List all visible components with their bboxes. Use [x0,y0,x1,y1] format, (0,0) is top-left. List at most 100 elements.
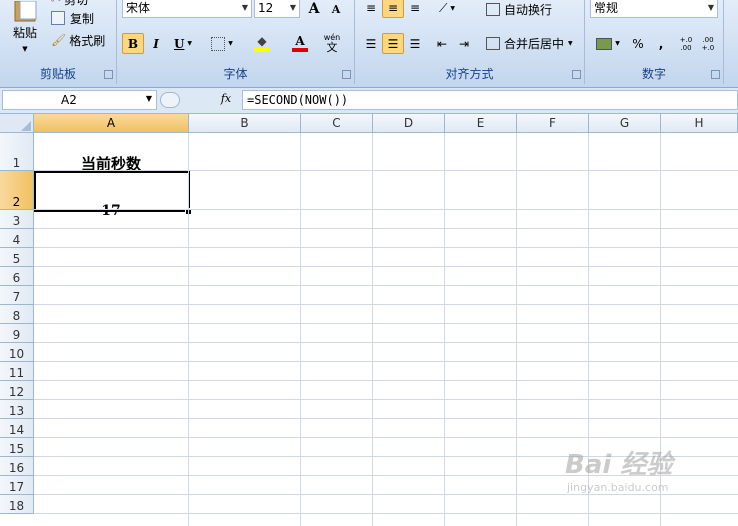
cut-label: 剪切 [64,0,88,8]
copy-icon [51,11,65,25]
paste-label: 粘贴 [12,26,37,40]
paste-button[interactable]: 粘贴 ▼ [6,0,44,60]
row-header-17[interactable]: 17 [0,476,34,495]
percent-icon: % [632,36,644,51]
merge-center-button[interactable]: 合并后居中 ▼ [485,33,574,54]
row-header-9[interactable]: 9 [0,324,34,343]
grow-font-button[interactable]: A [303,0,325,19]
worksheet-grid: ABCDEFGH 1 2 3 4 5 6 7 8 9 10 11 12 13 14 15 16 17 18 当前秒… [0,114,738,526]
orientation-button[interactable]: ⟋ ▼ [431,0,463,18]
italic-icon: I [153,36,159,51]
watermark: Bai 经验 jingyan.baidu.com [565,444,735,524]
comma-button[interactable]: , [650,33,672,54]
column-header-e[interactable]: E [445,114,517,133]
font-size-combo[interactable]: 12 ▼ [254,0,300,18]
underline-button[interactable]: U ▼ [168,33,198,54]
merge-center-label: 合并后居中 [504,37,565,51]
copy-button[interactable]: 复制 [50,9,95,27]
dialog-launcher-icon[interactable] [711,70,720,79]
wrap-text-button[interactable]: 自动换行 [485,0,553,19]
column-header-c[interactable]: C [301,114,373,133]
row-header-6[interactable]: 6 [0,267,34,286]
row-header-3[interactable]: 3 [0,210,34,229]
row-header-11[interactable]: 11 [0,362,34,381]
font-name-value: 宋体 [126,1,151,15]
dialog-launcher-icon[interactable] [104,70,113,79]
row-header-2[interactable]: 2 [0,171,34,210]
increase-decimal-button[interactable]: +.0 .00 [675,33,697,54]
row-header-13[interactable]: 13 [0,400,34,419]
bold-button[interactable]: B [122,33,144,54]
decrease-decimal-button[interactable]: .00 +.0 [697,33,719,54]
align-top-button[interactable]: ≡ [360,0,382,18]
formula-text: =SECOND(NOW()) [247,93,349,107]
wrap-text-icon [486,2,500,16]
formula-input[interactable]: =SECOND(NOW()) [242,90,738,110]
align-bottom-button[interactable]: ≡ [404,0,426,18]
borders-button[interactable]: ▼ [205,33,239,54]
align-left-button[interactable]: ☰ [360,33,382,54]
increase-indent-button[interactable]: ⇥ [453,33,475,54]
chevron-down-icon: ▼ [568,40,573,47]
formula-bar-splitter[interactable] [160,92,180,108]
shrink-font-button[interactable]: A [325,0,347,19]
row-header-5[interactable]: 5 [0,248,34,267]
percent-button[interactable]: % [626,33,650,54]
row-header-18[interactable]: 18 [0,495,34,514]
name-box-value: A2 [61,93,77,107]
row-header-16[interactable]: 16 [0,457,34,476]
chevron-down-icon: ▼ [615,40,620,47]
cut-button[interactable]: ✂ 剪切 [50,0,89,8]
watermark-url: jingyan.baidu.com [567,481,669,494]
row-header-15[interactable]: 15 [0,438,34,457]
column-header-d[interactable]: D [373,114,445,133]
gridline-vertical [188,133,189,526]
gridline-horizontal [34,170,738,171]
gridline-horizontal [34,266,738,267]
row-header-14[interactable]: 14 [0,419,34,438]
format-painter-button[interactable]: 🖌 格式刷 [50,31,106,49]
align-middle-button[interactable]: ≡ [382,0,404,18]
dialog-launcher-icon[interactable] [342,70,351,79]
font-color-button[interactable]: A [283,33,317,54]
next-group-partial [725,0,738,84]
accounting-format-button[interactable]: ▼ [590,33,626,54]
number-format-combo[interactable]: 常规 ▼ [590,0,718,18]
row-header-1[interactable]: 1 [0,133,34,171]
selection-border [34,171,190,212]
font-name-combo[interactable]: 宋体 ▼ [122,0,252,18]
gridline-horizontal [34,285,738,286]
increase-indent-icon: ⇥ [458,36,470,51]
align-bottom-icon: ≡ [409,1,421,15]
grow-font-icon: A [308,1,320,17]
italic-button[interactable]: I [145,33,167,54]
column-header-g[interactable]: G [589,114,661,133]
align-right-button[interactable]: ☰ [404,33,426,54]
bold-icon: B [127,36,139,51]
column-header-b[interactable]: B [189,114,301,133]
dialog-launcher-icon[interactable] [572,70,581,79]
align-middle-icon: ≡ [387,1,399,15]
brush-icon: 🖌 [51,33,67,47]
name-box[interactable]: A2 ▼ [2,90,157,110]
decrease-indent-button[interactable]: ⇤ [431,33,453,54]
chevron-down-icon: ▼ [241,3,248,12]
column-header-a[interactable]: A [34,114,189,133]
gridline-horizontal [34,323,738,324]
column-header-h[interactable]: H [661,114,738,133]
wen-char-icon: 文 [326,41,338,54]
select-all-button[interactable] [0,114,34,133]
row-header-8[interactable]: 8 [0,305,34,324]
row-header-4[interactable]: 4 [0,229,34,248]
insert-function-button[interactable]: fx [215,91,237,109]
fill-color-button[interactable]: ◆ [245,33,279,54]
gridline-vertical [516,133,517,526]
align-center-button[interactable]: ☰ [382,33,404,54]
row-header-7[interactable]: 7 [0,286,34,305]
borders-icon [211,36,226,51]
row-header-10[interactable]: 10 [0,343,34,362]
phonetic-button[interactable]: wén 文 [315,33,349,54]
column-header-f[interactable]: F [517,114,589,133]
row-header-12[interactable]: 12 [0,381,34,400]
gridline-vertical [372,133,373,526]
